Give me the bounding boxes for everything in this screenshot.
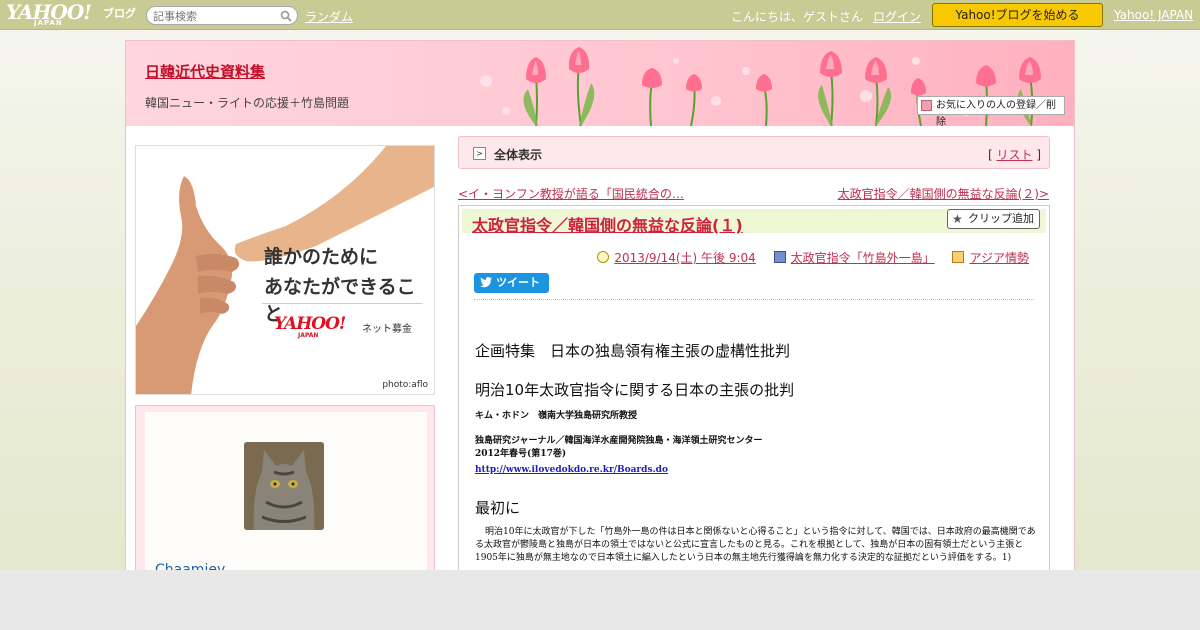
ad-divider: [262, 303, 422, 304]
search-input[interactable]: [153, 9, 277, 23]
article-heading-3: 最初に: [475, 499, 521, 517]
cat-photo-icon: [244, 442, 324, 530]
article-body: 企画特集 日本の独島領有権主張の虚構性批判 明治10年太政官指令に関する日本の主…: [475, 340, 1040, 565]
profile-panel: Chaamiey: [135, 405, 435, 570]
article-paragraph: 明治10年に太政官が下した「竹島外一島の件は日本と関係ないと心得ること」という指…: [475, 527, 1036, 563]
blog-title[interactable]: 日韓近代史資料集: [145, 61, 265, 82]
charity-ad-banner[interactable]: 誰かのために あなたができること YAHOO! JAPAN ネット募金 phot…: [135, 145, 435, 395]
article-heading-1: 企画特集 日本の独島領有権主張の虚構性批判: [475, 342, 791, 360]
book-icon: [773, 251, 786, 263]
article: 太政官指令／韓国側の無益な反論(１) ★ クリップ追加 2013/9/14(土)…: [458, 205, 1050, 570]
chevron-right-icon: >: [473, 147, 486, 160]
greeting-text: こんにちは、ゲストさん: [731, 10, 864, 24]
article-author: キム・ホドン 嶺南大学独島研究所教授: [475, 411, 638, 421]
top-bar: YAHOO! JAPAN ブログ ランダム こんにちは、ゲストさん ログイン Y…: [0, 0, 1200, 30]
blog-container: 日韓近代史資料集 韓国ニュー・ライトの応援＋竹島問題 お気に入りの人の登録／削除…: [125, 40, 1075, 570]
yahoo-japan-link[interactable]: Yahoo! JAPAN: [1114, 8, 1193, 22]
folder-icon: [952, 251, 965, 263]
next-article-link[interactable]: 太政官指令／韓国側の無益な反論(２)>: [838, 185, 1049, 202]
avatar[interactable]: [244, 442, 324, 530]
view-mode-bar: > 全体表示 [ リスト ]: [458, 136, 1050, 169]
article-header: 太政官指令／韓国側の無益な反論(１) ★ クリップ追加: [462, 209, 1046, 236]
search-icon[interactable]: [280, 10, 292, 22]
ad-yahoo-logo: YAHOO!: [274, 314, 346, 334]
ad-net-donation-label: ネット募金: [362, 324, 412, 335]
article-meta: 2013/9/14(土) 午後 9:04 太政官指令「竹島外一島」 アジア情勢: [597, 249, 1029, 266]
article-source-2: 2012年春号(第17巻): [475, 449, 567, 459]
blog-logo-label[interactable]: ブログ: [103, 5, 136, 21]
meta-divider: [474, 299, 1034, 300]
star-icon: ★: [952, 212, 963, 226]
article-heading-2: 明治10年太政官指令に関する日本の主張の批判: [475, 381, 795, 399]
list-bracket-close: ]: [1032, 148, 1041, 162]
twitter-bird-icon: [480, 277, 492, 288]
yahoo-logo-sub: JAPAN: [34, 19, 63, 27]
article-source-1: 独島研究ジャーナル／韓国海洋水産開発院独島・海洋領土研究センター: [475, 436, 763, 446]
clip-add-button[interactable]: ★ クリップ追加: [947, 209, 1040, 229]
article-date-link[interactable]: 2013/9/14(土) 午後 9:04: [614, 251, 755, 265]
helping-hands-image: [136, 146, 434, 394]
tweet-label: ツイート: [496, 276, 540, 289]
clock-icon: [597, 251, 610, 263]
tweet-button[interactable]: ツイート: [474, 273, 549, 293]
profile-card: Chaamiey: [145, 412, 427, 570]
article-source-url[interactable]: http://www.ilovedokdo.re.kr/Boards.do: [475, 465, 668, 475]
page-viewport: YAHOO! JAPAN ブログ ランダム こんにちは、ゲストさん ログイン Y…: [0, 0, 1200, 570]
random-link[interactable]: ランダム: [305, 8, 353, 25]
start-blog-button[interactable]: Yahoo!ブログを始める: [932, 3, 1103, 27]
clip-add-label: クリップ追加: [968, 212, 1034, 225]
list-view-link-wrap: [ リスト ]: [988, 146, 1041, 163]
view-all-label: 全体表示: [494, 148, 543, 162]
article-folder-link[interactable]: アジア情勢: [969, 251, 1029, 265]
login-link[interactable]: ログイン: [873, 8, 921, 25]
list-view-link[interactable]: リスト: [996, 148, 1032, 162]
ad-yahoo-logo-sub: JAPAN: [298, 332, 319, 339]
profile-nickname[interactable]: Chaamiey: [155, 562, 225, 570]
ad-headline-1: 誰かのために: [264, 246, 379, 268]
ad-photo-credit: photo:aflo: [382, 380, 428, 390]
article-title[interactable]: 太政官指令／韓国側の無益な反論(１): [472, 212, 743, 236]
favorite-register-button[interactable]: お気に入りの人の登録／削除: [917, 96, 1065, 126]
blog-description: 韓国ニュー・ライトの応援＋竹島問題: [145, 96, 350, 110]
blog-header: 日韓近代史資料集 韓国ニュー・ライトの応援＋竹島問題 お気に入りの人の登録／削除: [126, 41, 1074, 126]
prev-article-link[interactable]: <イ・ヨンフン教授が語る「国民統合の…: [458, 185, 684, 202]
article-category-link[interactable]: 太政官指令「竹島外一島」: [791, 251, 935, 265]
heart-icon: [921, 100, 932, 111]
search-box: [146, 6, 298, 25]
